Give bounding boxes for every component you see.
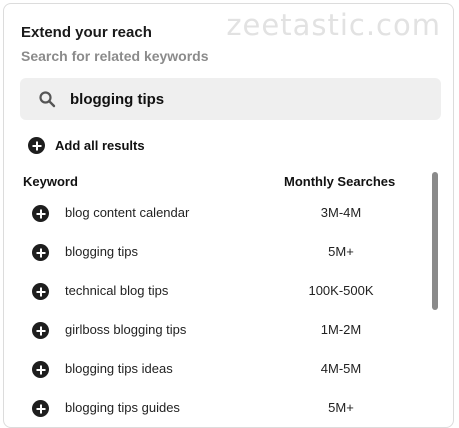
add-all-results-label: Add all results <box>55 138 145 153</box>
keyword-text: blogging tips <box>65 244 138 259</box>
panel-subtitle: Search for related keywords <box>21 48 209 64</box>
keyword-row[interactable]: blogging tips ideas 4M-5M <box>4 349 424 388</box>
keyword-row[interactable]: technical blog tips 100K-500K <box>4 271 424 310</box>
keyword-text: girlboss blogging tips <box>65 322 187 337</box>
column-header-monthly-searches: Monthly Searches <box>284 174 396 189</box>
add-keyword-icon[interactable] <box>32 322 49 339</box>
monthly-searches-value: 3M-4M <box>320 205 362 220</box>
keyword-text: blogging tips ideas <box>65 361 173 376</box>
panel-title: Extend your reach <box>21 24 152 41</box>
keyword-text: technical blog tips <box>65 283 169 298</box>
monthly-searches-value: 5M+ <box>328 400 354 415</box>
keyword-row[interactable]: blogging tips guides 5M+ <box>4 388 424 427</box>
add-keyword-icon[interactable] <box>32 205 49 222</box>
keyword-text: blog content calendar <box>65 205 190 220</box>
keyword-row[interactable]: blog content calendar 3M-4M <box>4 193 424 232</box>
add-keyword-icon[interactable] <box>32 361 49 378</box>
add-keyword-icon[interactable] <box>32 400 49 417</box>
column-header-keyword: Keyword <box>23 174 78 189</box>
keyword-text: blogging tips guides <box>65 400 180 415</box>
search-bar[interactable] <box>20 78 441 120</box>
plus-circle-icon <box>28 137 45 154</box>
keyword-row[interactable]: girlboss blogging tips 1M-2M <box>4 310 424 349</box>
monthly-searches-value: 5M+ <box>328 244 354 259</box>
scrollbar-thumb[interactable] <box>432 172 438 310</box>
keyword-list: blog content calendar 3M-4M blogging tip… <box>4 193 424 427</box>
search-icon <box>39 91 56 108</box>
add-all-results-button[interactable]: Add all results <box>28 137 145 154</box>
monthly-searches-value: 1M-2M <box>320 322 362 337</box>
watermark-text: zeetastic.com <box>226 8 441 42</box>
add-keyword-icon[interactable] <box>32 244 49 261</box>
add-keyword-icon[interactable] <box>32 283 49 300</box>
search-input[interactable] <box>70 90 400 108</box>
keyword-panel: zeetastic.com Extend your reach Search f… <box>3 3 454 428</box>
keyword-row[interactable]: blogging tips 5M+ <box>4 232 424 271</box>
monthly-searches-value: 4M-5M <box>320 361 362 376</box>
monthly-searches-value: 100K-500K <box>308 283 374 298</box>
